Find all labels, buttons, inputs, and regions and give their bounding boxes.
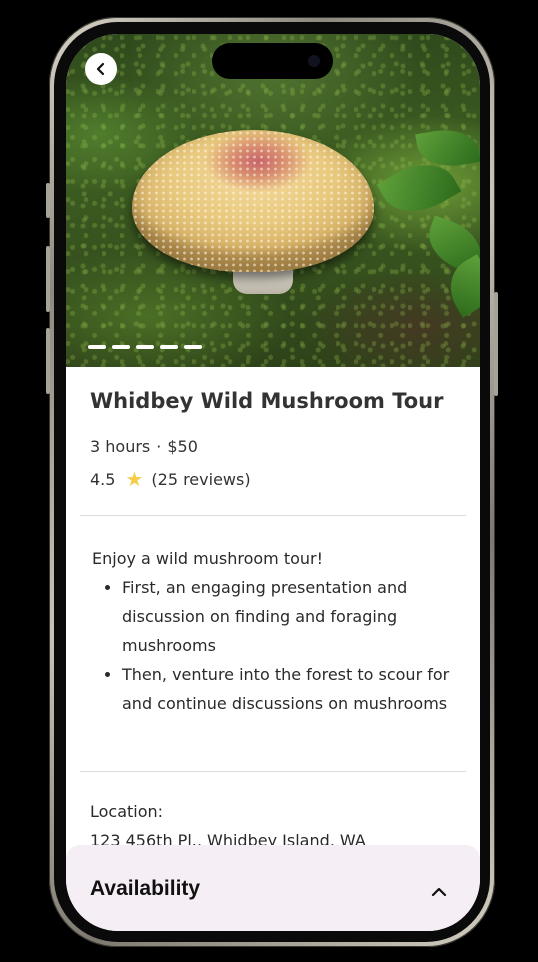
- availability-title: Availability: [90, 877, 201, 900]
- volume-up-button: [46, 246, 50, 312]
- availability-sheet[interactable]: Availability: [66, 845, 480, 931]
- pager-dot[interactable]: [160, 345, 178, 349]
- tour-rating[interactable]: 4.5 ★ (25 reviews): [90, 466, 251, 491]
- star-icon: ★: [125, 467, 144, 491]
- list-item: Then, venture into the forest to scour f…: [122, 660, 462, 718]
- pager-dot[interactable]: [88, 345, 106, 349]
- action-button: [46, 183, 50, 218]
- back-button[interactable]: [85, 53, 117, 85]
- pager-dot[interactable]: [184, 345, 202, 349]
- divider: [80, 515, 466, 516]
- chevron-up-icon[interactable]: [430, 883, 448, 901]
- pager-dot[interactable]: [112, 345, 130, 349]
- hero-image-carousel[interactable]: [66, 34, 480, 367]
- list-item: First, an engaging presentation and disc…: [122, 573, 462, 660]
- tour-price: $50: [167, 437, 198, 456]
- description-list: First, an engaging presentation and disc…: [92, 573, 462, 718]
- tour-title: Whidbey Wild Mushroom Tour: [90, 389, 444, 413]
- tour-meta: 3 hours · $50: [90, 437, 198, 456]
- review-count[interactable]: (25 reviews): [151, 470, 250, 489]
- dynamic-island: [212, 43, 333, 79]
- meta-separator: ·: [156, 437, 162, 456]
- divider: [80, 771, 466, 772]
- tour-description: Enjoy a wild mushroom tour! First, an en…: [92, 544, 462, 718]
- volume-down-button: [46, 328, 50, 394]
- tour-duration: 3 hours: [90, 437, 151, 456]
- location-label: Location:: [90, 802, 164, 821]
- screen: Whidbey Wild Mushroom Tour 3 hours · $50 4…: [66, 34, 480, 931]
- power-button: [494, 292, 498, 396]
- description-intro: Enjoy a wild mushroom tour!: [92, 549, 324, 568]
- rating-value: 4.5: [90, 470, 116, 489]
- pager-dot[interactable]: [136, 345, 154, 349]
- image-pager[interactable]: [88, 345, 202, 349]
- chevron-left-icon: [96, 62, 105, 76]
- camera-icon: [308, 55, 320, 67]
